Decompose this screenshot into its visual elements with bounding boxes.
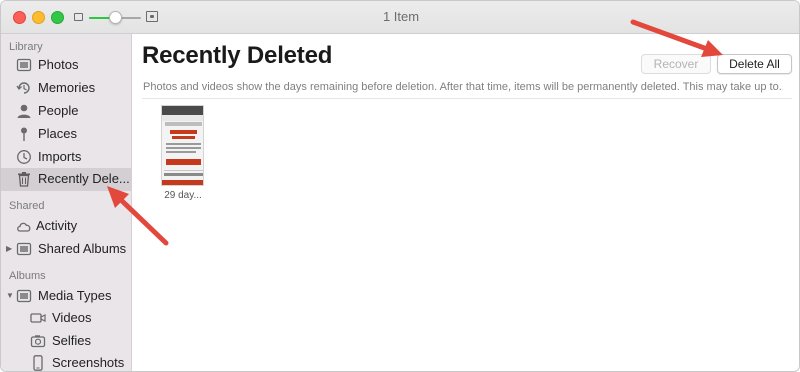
delete-all-button[interactable]: Delete All	[717, 54, 792, 74]
sidebar-item-label: Shared Albums	[38, 241, 127, 256]
sidebar-item-selfies[interactable]: Selfies	[1, 330, 131, 352]
sidebar-item-label: Photos	[38, 57, 79, 72]
sidebar-item-label: People	[38, 103, 79, 118]
sidebar-item-recently-deleted[interactable]: Recently Dele...	[1, 168, 131, 191]
deletion-info-text: Photos and videos show the days remainin…	[143, 81, 783, 93]
divider	[142, 98, 792, 99]
sidebar-item-screenshots[interactable]: Screenshots	[1, 352, 131, 371]
window-title: 1 Item	[382, 9, 420, 24]
sidebar-item-label: Videos	[52, 310, 92, 325]
title-bar: 1 Item	[1, 1, 799, 34]
memories-icon	[16, 80, 32, 96]
trash-icon	[16, 171, 32, 187]
sidebar-item-media-types[interactable]: ▼ Media Types	[1, 285, 131, 307]
disclosure-triangle-expanded-icon[interactable]: ▼	[6, 291, 14, 300]
media-types-icon	[16, 288, 32, 304]
imports-clock-icon	[16, 149, 32, 165]
thumbnail-days-remaining: 29 day...	[164, 190, 202, 201]
sidebar-item-label: Places	[38, 126, 78, 141]
sidebar-item-label: Memories	[38, 80, 96, 95]
sidebar-item-shared-albums[interactable]: ▶ Shared Albums	[1, 238, 131, 260]
sidebar-item-videos[interactable]: Videos	[1, 307, 131, 329]
sidebar-item-people[interactable]: People	[1, 100, 131, 122]
cloud-icon	[16, 218, 32, 234]
sidebar-section-shared: Shared	[9, 200, 45, 212]
people-icon	[16, 103, 32, 119]
sidebar-item-places[interactable]: Places	[1, 123, 131, 145]
recover-button[interactable]: Recover	[641, 54, 711, 74]
places-pin-icon	[16, 126, 32, 142]
page-title: Recently Deleted	[142, 42, 333, 69]
disclosure-triangle-collapsed-icon[interactable]: ▶	[6, 244, 14, 253]
sidebar-item-label: Imports	[38, 149, 82, 164]
sidebar: Library Photos Memories People Places Im…	[1, 34, 132, 371]
sidebar-item-label: Activity	[36, 218, 78, 233]
sidebar-item-memories[interactable]: Memories	[1, 77, 131, 99]
sidebar-item-activity[interactable]: Activity	[1, 215, 131, 237]
sidebar-section-albums: Albums	[9, 270, 46, 282]
selfie-camera-icon	[30, 333, 46, 349]
sidebar-item-label: Media Types	[38, 288, 112, 303]
sidebar-item-imports[interactable]: Imports	[1, 146, 131, 168]
sidebar-item-photos[interactable]: Photos	[1, 54, 131, 76]
shared-albums-icon	[16, 241, 32, 257]
video-camera-icon	[30, 310, 46, 326]
deleted-photo-thumbnail[interactable]	[161, 105, 204, 186]
photos-window: 1 Item Library Photos Memories People Pl…	[0, 0, 800, 372]
screenshot-phone-icon	[30, 355, 46, 371]
sidebar-section-library: Library	[9, 41, 43, 53]
sidebar-item-label: Screenshots	[52, 355, 125, 370]
sidebar-item-label: Recently Dele...	[38, 171, 130, 186]
sidebar-item-label: Selfies	[52, 333, 92, 348]
photos-icon	[16, 57, 32, 73]
